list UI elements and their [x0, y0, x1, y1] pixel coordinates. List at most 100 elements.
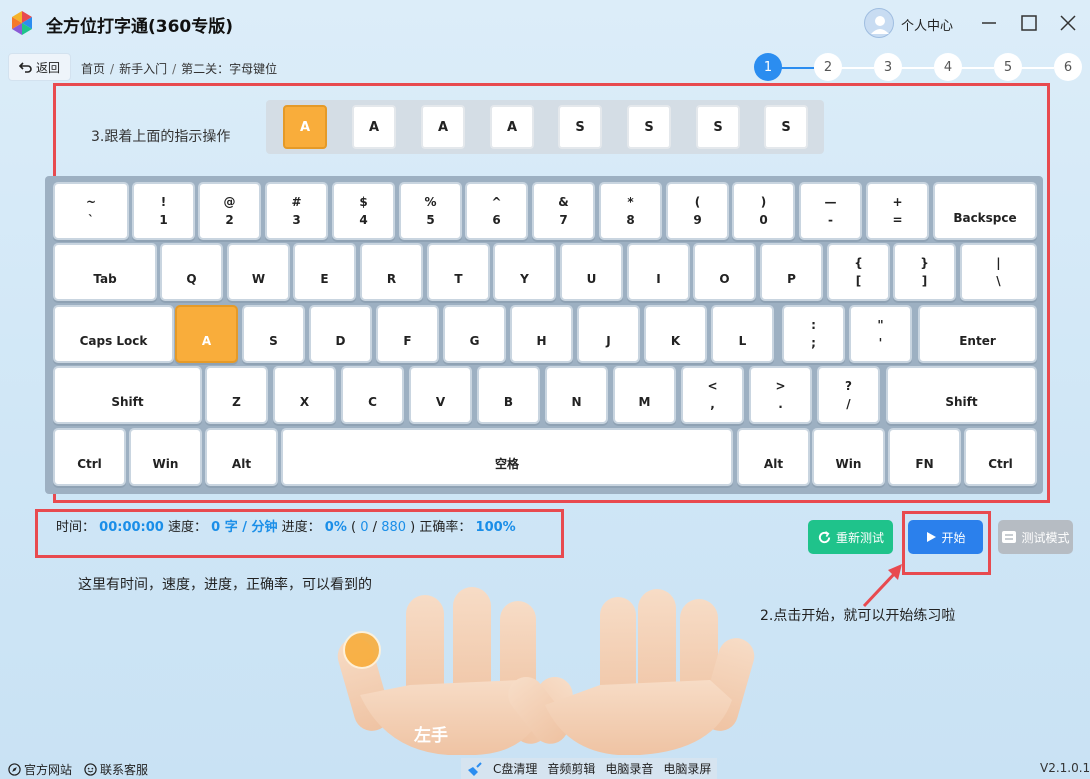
tool-screen-record[interactable]: 电脑录屏	[663, 760, 711, 777]
key-u[interactable]: U	[560, 243, 623, 301]
app-title: 全方位打字通(360专版)	[46, 17, 234, 37]
key-sym-1-11[interactable]: {[	[827, 243, 890, 301]
key-y[interactable]: Y	[493, 243, 556, 301]
key-g[interactable]: G	[443, 305, 506, 363]
key-f[interactable]: F	[376, 305, 439, 363]
key-fn[interactable]: FN	[888, 428, 961, 486]
key-a[interactable]: A	[175, 305, 238, 363]
key-sym-4-3[interactable]: 空格	[281, 428, 733, 486]
key-3[interactable]: #3	[265, 182, 328, 240]
key-shift-label: (	[694, 195, 701, 209]
key-label: K	[670, 334, 681, 348]
key-ctrl[interactable]: Ctrl	[964, 428, 1037, 486]
key-backspce[interactable]: Backspce	[933, 182, 1037, 240]
key-enter[interactable]: Enter	[918, 305, 1037, 363]
key-alt[interactable]: Alt	[205, 428, 278, 486]
step-1[interactable]: 1	[754, 53, 782, 81]
tool-audio-edit[interactable]: 音频剪辑	[547, 760, 595, 777]
key-z[interactable]: Z	[205, 366, 268, 424]
key-4[interactable]: $4	[332, 182, 395, 240]
retest-button[interactable]: 重新测试	[808, 520, 893, 554]
user-avatar-icon[interactable]	[864, 8, 894, 38]
tool-disk-clean[interactable]: C盘清理	[493, 760, 537, 777]
step-connector	[840, 67, 874, 69]
key-v[interactable]: V	[409, 366, 472, 424]
key-q[interactable]: Q	[160, 243, 223, 301]
key-sym-2-11[interactable]: " '	[849, 305, 912, 363]
key-5[interactable]: % 5	[399, 182, 462, 240]
breadcrumb-home[interactable]: 首页	[81, 62, 105, 76]
key-l[interactable]: L	[711, 305, 774, 363]
key-sym-1-13[interactable]: | \	[960, 243, 1037, 301]
key-shift[interactable]: Shift	[886, 366, 1037, 424]
step-6[interactable]: 6	[1054, 53, 1082, 81]
key-sym-1-12[interactable]: }]	[893, 243, 956, 301]
key-sym-3-9[interactable]: >.	[749, 366, 812, 424]
key-label: A	[201, 334, 212, 348]
key-label: \	[996, 274, 1001, 288]
key-alt[interactable]: Alt	[737, 428, 810, 486]
key-9[interactable]: (9	[666, 182, 729, 240]
step-4[interactable]: 4	[934, 53, 962, 81]
key-p[interactable]: P	[760, 243, 823, 301]
key-shift-label: :	[811, 318, 816, 332]
key-n[interactable]: N	[545, 366, 608, 424]
key-i[interactable]: I	[627, 243, 690, 301]
key-label: O	[719, 272, 730, 286]
key-b[interactable]: B	[477, 366, 540, 424]
test-mode-button[interactable]: 测试模式	[998, 520, 1073, 554]
start-button[interactable]: 开始	[908, 520, 983, 554]
key-w[interactable]: W	[227, 243, 290, 301]
key-e[interactable]: E	[293, 243, 356, 301]
key-o[interactable]: O	[693, 243, 756, 301]
key-s[interactable]: S	[242, 305, 305, 363]
key-6[interactable]: ^ 6	[465, 182, 528, 240]
sequence-key: S	[764, 105, 808, 149]
back-button[interactable]: 返回	[8, 53, 71, 81]
key-sym-0-0[interactable]: ~ `	[53, 182, 129, 240]
key-8[interactable]: * 8	[599, 182, 662, 240]
key-label: E	[320, 272, 329, 286]
key-h[interactable]: H	[510, 305, 573, 363]
key-shift-label: {	[854, 256, 863, 270]
step-connector	[1020, 67, 1054, 69]
official-site-link[interactable]: 官方网站	[8, 761, 72, 778]
key-sym-0-12[interactable]: + =	[866, 182, 929, 240]
key-shift[interactable]: Shift	[53, 366, 202, 424]
key-sym-0-11[interactable]: — -	[799, 182, 862, 240]
key-caps-lock[interactable]: Caps Lock	[53, 305, 174, 363]
key-ctrl[interactable]: Ctrl	[53, 428, 126, 486]
key-r[interactable]: R	[360, 243, 423, 301]
key-k[interactable]: K	[644, 305, 707, 363]
support-link[interactable]: 联系客服	[84, 761, 148, 778]
key-sym-3-10[interactable]: ? /	[817, 366, 880, 424]
key-d[interactable]: D	[309, 305, 372, 363]
key-sym-3-8[interactable]: <,	[681, 366, 744, 424]
key-sym-2-10[interactable]: :;	[782, 305, 845, 363]
tool-audio-record[interactable]: 电脑录音	[605, 760, 653, 777]
key-win[interactable]: Win	[129, 428, 202, 486]
user-center-link[interactable]: 个人中心	[901, 15, 953, 34]
start-label: 开始	[941, 530, 966, 545]
key-2[interactable]: @2	[198, 182, 261, 240]
close-icon[interactable]	[1055, 10, 1081, 36]
key-label: Alt	[231, 457, 252, 471]
breadcrumb-beginner[interactable]: 新手入门	[119, 62, 167, 76]
key-tab[interactable]: Tab	[53, 243, 157, 301]
key-j[interactable]: J	[577, 305, 640, 363]
maximize-icon[interactable]	[1016, 10, 1042, 36]
step-3[interactable]: 3	[874, 53, 902, 81]
key-0[interactable]: ) 0	[732, 182, 795, 240]
minimize-icon[interactable]	[976, 10, 1002, 36]
key-c[interactable]: C	[341, 366, 404, 424]
key-1[interactable]: ! 1	[132, 182, 195, 240]
key-t[interactable]: T	[427, 243, 490, 301]
step-5[interactable]: 5	[994, 53, 1022, 81]
key-7[interactable]: & 7	[532, 182, 595, 240]
step-connector	[960, 67, 994, 69]
key-x[interactable]: X	[273, 366, 336, 424]
key-shift-label: ^	[491, 195, 502, 209]
key-win[interactable]: Win	[812, 428, 885, 486]
step-2[interactable]: 2	[814, 53, 842, 81]
key-m[interactable]: M	[613, 366, 676, 424]
